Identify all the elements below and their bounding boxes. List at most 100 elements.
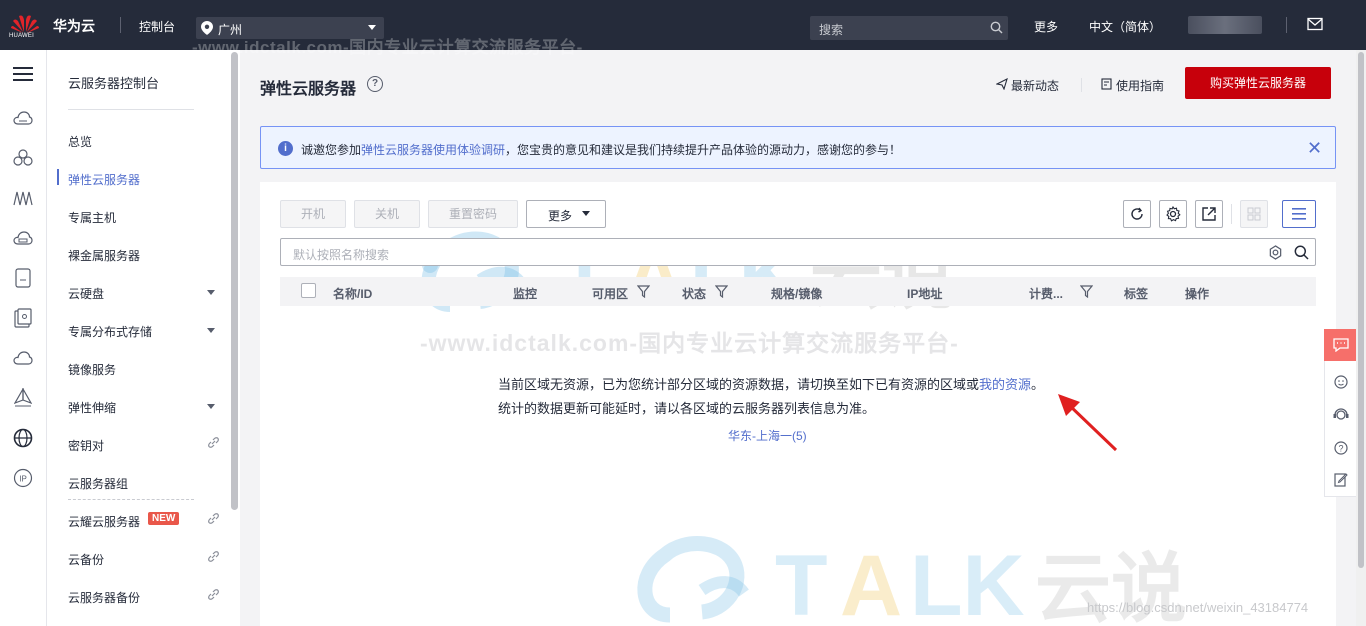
help-icon[interactable]: ?: [1331, 438, 1351, 458]
select-all-checkbox[interactable]: [301, 283, 316, 298]
menu-icon[interactable]: [12, 63, 34, 85]
my-resources-link[interactable]: 我的资源: [979, 377, 1031, 392]
tag-icon[interactable]: [12, 387, 34, 409]
page-scrollbar-track: [1356, 50, 1366, 626]
region-resource-link[interactable]: 华东-上海一(5): [728, 427, 807, 444]
feedback-button[interactable]: [1324, 329, 1357, 361]
security-icon[interactable]: [12, 307, 34, 329]
sidebar-item-ecs[interactable]: 弹性云服务器: [68, 171, 140, 188]
user-guide-link[interactable]: 使用指南: [1116, 77, 1164, 94]
filter-icon[interactable]: [1080, 285, 1093, 298]
page-scrollbar[interactable]: [1358, 52, 1364, 568]
search-icon[interactable]: [990, 21, 1003, 34]
help-icon[interactable]: ?: [367, 76, 383, 92]
column-header-billing: 计费...: [1029, 287, 1064, 301]
column-header-tags: 标签: [1124, 287, 1149, 301]
sidebar-item-dss[interactable]: 专属分布式存储: [68, 323, 152, 340]
sidebar-item-bare-metal[interactable]: 裸金属服务器: [68, 247, 140, 264]
cloud-cluster-icon[interactable]: [12, 147, 34, 169]
chevron-down-icon[interactable]: [207, 328, 215, 333]
svg-text:IP: IP: [19, 475, 27, 484]
guide-icon: [1101, 78, 1112, 90]
notice-suffix: ，您宝贵的意见和建议是我们持续提升产品体验的源动力，感谢您的参与！: [505, 143, 902, 157]
gear-icon: [1166, 206, 1181, 222]
sidebar-item-dedicated-host[interactable]: 专属主机: [68, 209, 116, 226]
smile-icon[interactable]: [1331, 372, 1351, 392]
sidebar-item-auto-scaling[interactable]: 弹性伸缩: [68, 399, 116, 416]
sidebar-item-cbr[interactable]: 云备份: [68, 551, 104, 568]
latest-news-link[interactable]: 最新动态: [1011, 77, 1059, 94]
more-actions-label: 更多: [548, 209, 573, 223]
sidebar-item-overview[interactable]: 总览: [68, 133, 92, 150]
database-icon[interactable]: [12, 267, 34, 289]
global-search-input[interactable]: 搜索: [810, 16, 1008, 40]
more-menu[interactable]: 更多: [1034, 18, 1058, 35]
column-header-status: 状态: [682, 287, 707, 301]
sidebar-item-evs[interactable]: 云硬盘: [68, 285, 104, 302]
export-button[interactable]: [1195, 200, 1223, 228]
chat-icon: [1332, 338, 1349, 352]
sidebar-item-server-backup[interactable]: 云服务器备份: [68, 589, 140, 606]
mail-icon[interactable]: [1307, 17, 1323, 31]
instance-search-input[interactable]: 默认按照名称搜索: [280, 238, 1316, 266]
language-selector[interactable]: 中文（简体）: [1089, 18, 1161, 35]
storage-icon[interactable]: [12, 227, 34, 249]
column-header-ip: IP地址: [907, 287, 943, 301]
external-link-icon[interactable]: [208, 437, 219, 448]
floating-toolbar: ?: [1324, 329, 1357, 497]
sidebar-item-ims[interactable]: 镜像服务: [68, 361, 116, 378]
ip-icon[interactable]: IP: [12, 467, 34, 489]
console-sidebar: 云服务器控制台 总览 弹性云服务器 专属主机 裸金属服务器 云硬盘 专属分布式存…: [47, 50, 240, 626]
svg-text:A: A: [840, 538, 902, 625]
refresh-button[interactable]: [1123, 200, 1151, 228]
edit-feedback-icon[interactable]: [1331, 470, 1351, 490]
chevron-down-icon[interactable]: [207, 290, 215, 295]
buy-ecs-button[interactable]: 购买弹性云服务器: [1185, 67, 1331, 99]
sidebar-item-key-pair[interactable]: 密钥对: [68, 437, 104, 454]
user-account-blurred[interactable]: [1188, 16, 1262, 34]
console-link[interactable]: 控制台: [139, 18, 175, 35]
brand-name[interactable]: 华为云: [53, 16, 95, 36]
divider: [1286, 17, 1287, 33]
page-title: 弹性云服务器: [260, 81, 357, 98]
network-icon[interactable]: [12, 187, 34, 209]
search-settings-icon[interactable]: [1268, 245, 1283, 260]
external-link-icon[interactable]: [208, 551, 219, 562]
power-on-button[interactable]: 开机: [280, 200, 346, 228]
divider: [68, 499, 194, 500]
filter-icon[interactable]: [715, 285, 728, 298]
close-icon[interactable]: ✕: [1307, 138, 1322, 159]
search-placeholder: 默认按照名称搜索: [293, 248, 390, 262]
sidebar-scrollbar[interactable]: [231, 52, 238, 510]
url-watermark: https://blog.csdn.net/weixin_43184774: [1087, 600, 1309, 615]
external-link-icon[interactable]: [208, 589, 219, 600]
more-actions-dropdown[interactable]: 更多: [526, 200, 606, 228]
empty-state-text: 当前区域无资源，已为您统计部分区域的资源数据，请切换至如下已有资源的区域或: [498, 377, 980, 392]
sidebar-item-server-group[interactable]: 云服务器组: [68, 475, 128, 492]
support-icon[interactable]: [1331, 405, 1351, 425]
search-icon[interactable]: [1294, 245, 1309, 260]
external-link-icon[interactable]: [208, 513, 219, 524]
cloud-server-icon[interactable]: [12, 107, 34, 129]
filter-icon[interactable]: [637, 285, 650, 298]
settings-button[interactable]: [1159, 200, 1187, 228]
send-icon: [996, 78, 1008, 90]
divider: [68, 109, 194, 110]
card-view-button[interactable]: [1240, 200, 1268, 228]
globe-icon[interactable]: [12, 427, 34, 449]
list-view-button[interactable]: [1282, 200, 1316, 228]
power-off-button[interactable]: 关机: [354, 200, 420, 228]
svg-text:T: T: [775, 538, 828, 625]
survey-link[interactable]: 弹性云服务器使用体验调研: [361, 143, 505, 157]
sidebar-title: 云服务器控制台: [68, 76, 160, 91]
sidebar-item-hecs[interactable]: 云耀云服务器: [68, 513, 140, 530]
column-header-flavor: 规格/镜像: [771, 287, 823, 301]
reset-password-button[interactable]: 重置密码: [428, 200, 518, 228]
chevron-down-icon: [368, 25, 376, 30]
svg-text:?: ?: [1338, 444, 1343, 454]
export-icon: [1202, 207, 1216, 221]
column-header-name[interactable]: 名称/ID: [333, 285, 372, 302]
chevron-down-icon[interactable]: [207, 404, 215, 409]
cloud-icon[interactable]: [12, 347, 34, 369]
watermark-text: -www.idctalk.com-国内专业云计算交流服务平台-: [192, 38, 583, 57]
